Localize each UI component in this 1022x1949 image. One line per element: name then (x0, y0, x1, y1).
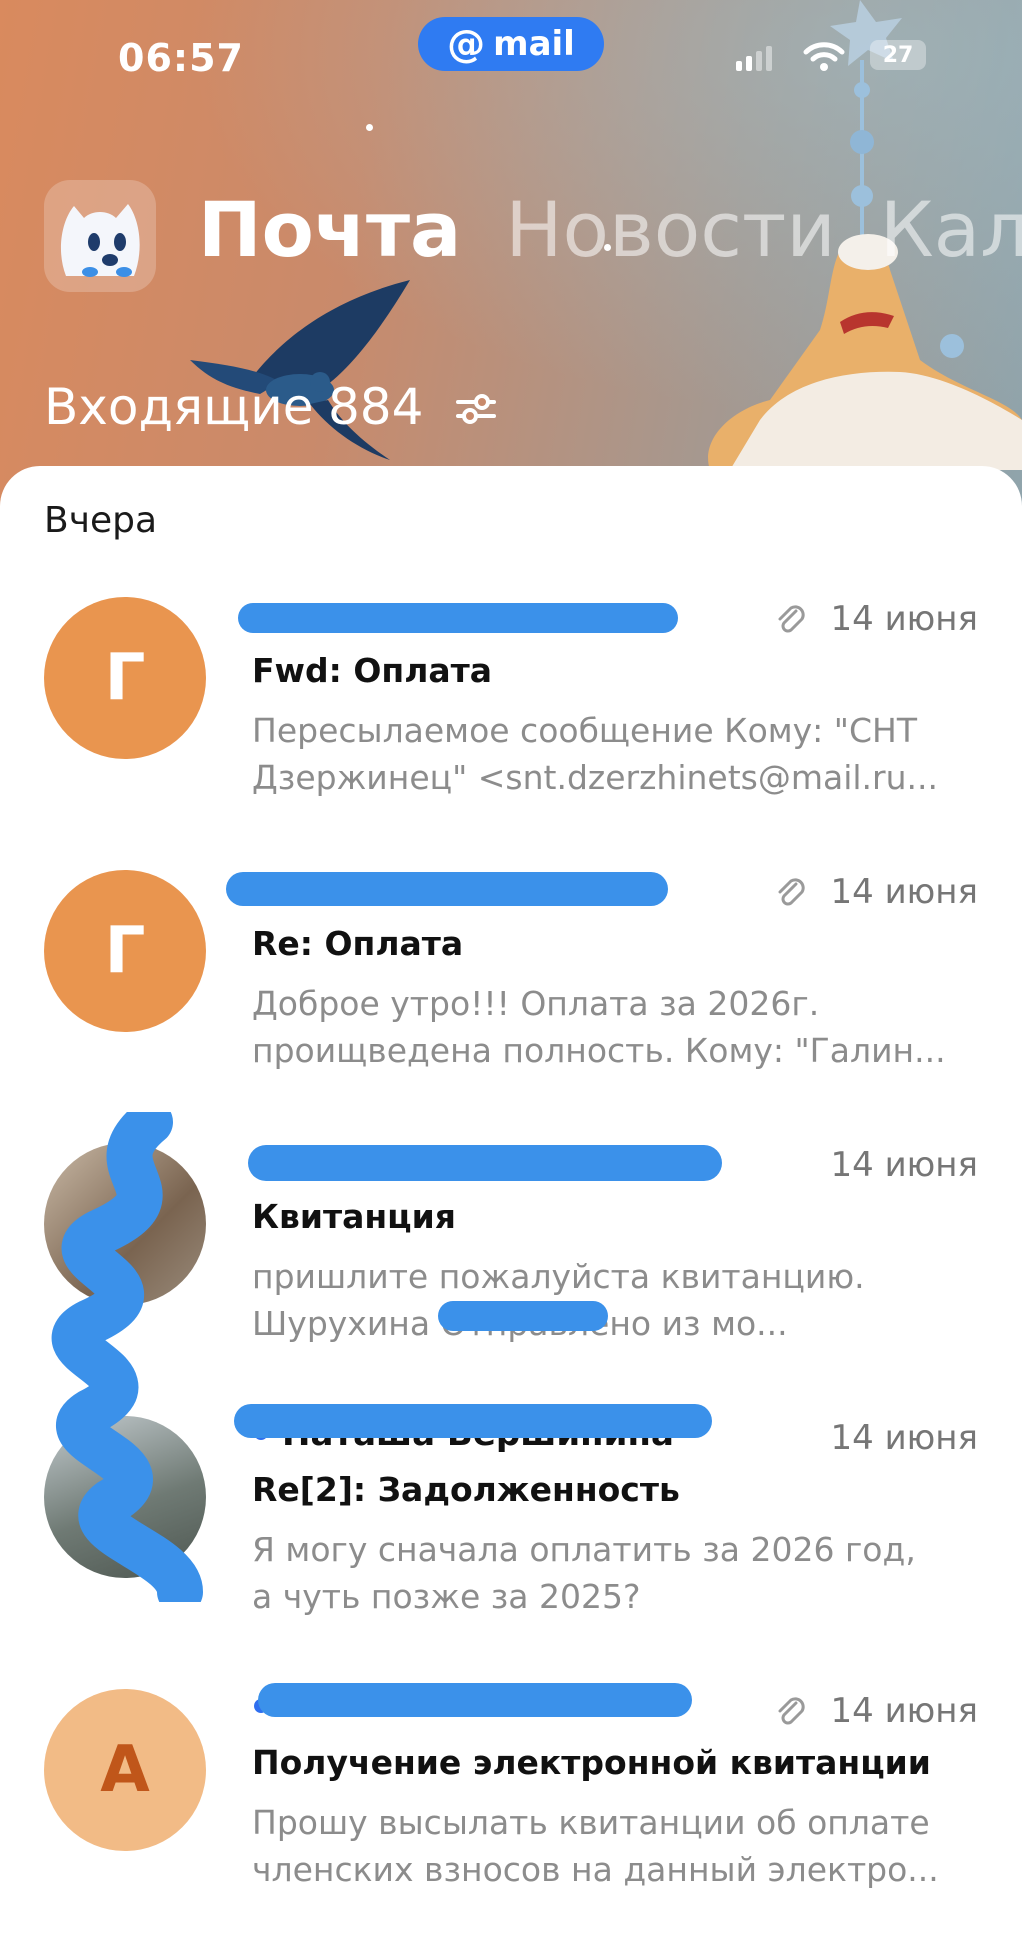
folder-count: 884 (328, 378, 424, 436)
mail-pill[interactable]: @ mail (418, 17, 604, 71)
folder-title[interactable]: Входящие (44, 378, 313, 436)
email-subject: Re[2]: Задолженность (252, 1470, 680, 1509)
email-row[interactable]: А 14 июня Получение электронной квитанци… (0, 1677, 1022, 1949)
header-banner: 06:57 @ mail 27 Почта Новости Кален Вход… (0, 0, 1022, 520)
battery-level: 27 (882, 42, 914, 68)
email-row[interactable]: Г 14 июня Fwd: Оплата Пересылаемое сообщ… (0, 585, 1022, 857)
email-date: 14 июня (830, 599, 978, 639)
sender-avatar: А (44, 1689, 206, 1851)
tab-calendar[interactable]: Кален (880, 190, 1022, 270)
app-tabs: Почта Новости Кален (198, 190, 1022, 270)
status-time: 06:57 (118, 36, 244, 80)
email-preview: Пересылаемое сообщение Кому: "СНТ Дзержи… (252, 707, 982, 801)
email-preview: Доброе утро!!! Оплата за 2026г. проищвед… (252, 980, 982, 1074)
tab-news[interactable]: Новости (505, 190, 835, 270)
mail-pill-label: mail (493, 24, 575, 64)
preview-line: Прошу высылать квитанции об оплате (252, 1803, 930, 1842)
email-row[interactable]: Г 14 июня Re: Оплата Доброе утро!!! Опла… (0, 858, 1022, 1130)
preview-line: Пересылаемое сообщение Кому: "СНТ (252, 711, 917, 750)
email-date: 14 июня (830, 1418, 978, 1458)
preview-line: пришлите пожалуйста квитанцию. (252, 1257, 865, 1296)
app-mascot-logo[interactable] (44, 180, 156, 292)
sender-avatar: Г (44, 870, 206, 1032)
email-subject: Получение электронной квитанции (252, 1743, 931, 1782)
attachment-icon (778, 605, 805, 633)
preview-line: а чуть позже за 2025? (252, 1577, 641, 1616)
email-preview: Прошу высылать квитанции об оплате членс… (252, 1799, 982, 1893)
scribble-redaction (51, 1112, 203, 1602)
sender-avatar: Г (44, 597, 206, 759)
preview-line: Я могу сначала оплатить за 2026 год, (252, 1530, 916, 1569)
redaction-mark (258, 1683, 692, 1717)
redaction-mark (226, 872, 668, 906)
decor-dot (366, 124, 373, 131)
cellular-signal-icon (736, 46, 772, 71)
mascot-icon (60, 204, 140, 277)
section-header-yesterday: Вчера (44, 500, 158, 541)
redaction-mark (438, 1301, 608, 1331)
preview-line: проищведена полность. Кому: "Галин... (252, 1031, 946, 1070)
redaction-mark (238, 603, 678, 633)
email-preview: пришлите пожалуйста квитанцию. Шурухина … (252, 1253, 982, 1347)
at-icon: @ (447, 22, 486, 66)
bird-illustration (190, 280, 410, 460)
tab-mail[interactable]: Почта (198, 190, 461, 270)
email-date: 14 июня (830, 872, 978, 912)
email-subject: Fwd: Оплата (252, 651, 493, 690)
filter-icon[interactable] (456, 392, 496, 426)
attachment-icon (778, 1697, 805, 1725)
preview-line: Доброе утро!!! Оплата за 2026г. (252, 984, 820, 1023)
preview-line: Дзержинец" <snt.dzerzhinets@mail.ru... (252, 758, 938, 797)
email-subject: Квитанция (252, 1197, 456, 1236)
wifi-icon (803, 42, 845, 71)
preview-line: Шурухина Отправлено из мо... (252, 1304, 788, 1343)
preview-line: членских взносов на данный электро... (252, 1850, 939, 1889)
email-subject: Re: Оплата (252, 924, 464, 963)
email-date: 14 июня (830, 1145, 978, 1185)
attachment-icon (778, 878, 805, 906)
redaction-mark (248, 1145, 722, 1181)
battery-icon: 27 (870, 40, 926, 70)
email-date: 14 июня (830, 1691, 978, 1731)
email-preview: Я могу сначала оплатить за 2026 год, а ч… (252, 1526, 982, 1620)
redaction-mark (234, 1404, 712, 1438)
